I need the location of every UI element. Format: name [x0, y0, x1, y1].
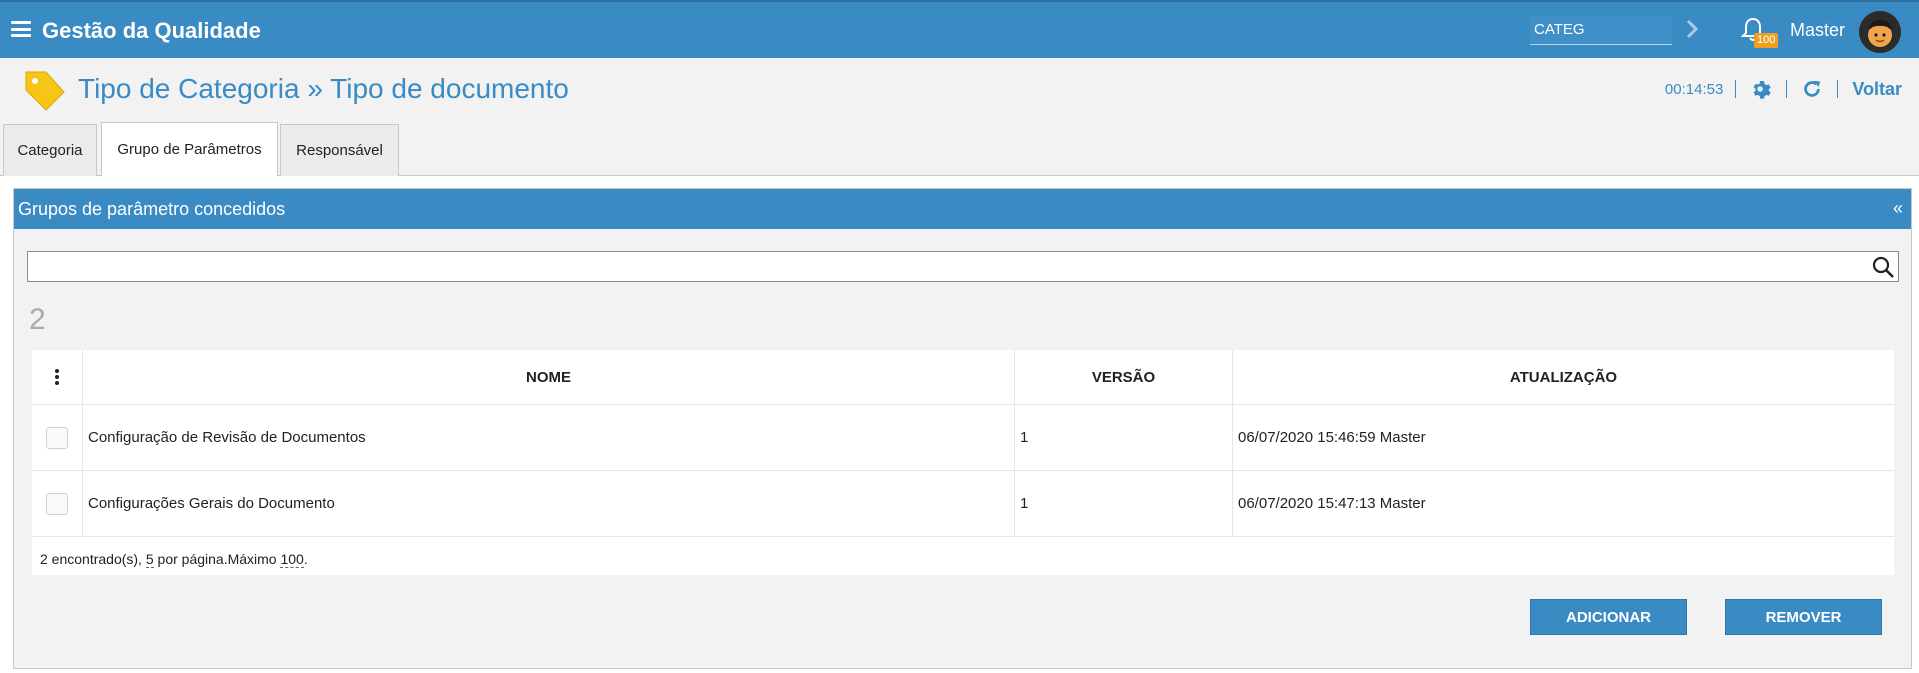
panel-title: Grupos de parâmetro concedidos — [18, 199, 286, 219]
tab-categoria[interactable]: Categoria — [3, 124, 97, 176]
row-checkbox[interactable] — [46, 492, 68, 515]
per-page-text: por página.Máximo — [153, 551, 281, 567]
cell-nome: Configurações Gerais do Documento — [83, 471, 1015, 536]
groups-table: NOME VERSÃO ATUALIZAÇÃO Configuração de … — [32, 350, 1894, 575]
per-page-value[interactable]: 5 — [145, 551, 154, 568]
cell-atualizacao: 06/07/2020 15:46:59 Master — [1238, 429, 1426, 446]
notification-badge: 100 — [1754, 33, 1779, 48]
remove-button[interactable]: REMOVER — [1725, 599, 1882, 635]
panel-header: Grupos de parâmetro concedidos « — [14, 189, 1911, 229]
avatar[interactable] — [1859, 11, 1901, 53]
refresh-icon[interactable] — [1801, 78, 1823, 100]
divider — [1786, 80, 1788, 98]
found-text: 2 encontrado(s), — [40, 551, 146, 567]
menu-icon[interactable] — [11, 21, 31, 37]
table-row[interactable]: Configurações Gerais do Documento 1 06/0… — [32, 471, 1894, 537]
column-header-nome[interactable]: NOME — [83, 350, 1015, 404]
add-button[interactable]: ADICIONAR — [1530, 599, 1687, 635]
granted-groups-panel: Grupos de parâmetro concedidos « 2 NOME … — [13, 188, 1912, 669]
page-title: Tipo de Categoria » Tipo de documento — [78, 73, 569, 104]
gear-icon[interactable] — [1750, 78, 1772, 100]
pagination-info: 2 encontrado(s), 5 por página.Máximo 100… — [32, 537, 1894, 575]
footer-end: . — [303, 551, 308, 567]
user-name[interactable]: Master — [1790, 20, 1845, 41]
top-bar: Gestão da Qualidade 100 Master — [0, 0, 1919, 58]
back-link[interactable]: Voltar — [1852, 79, 1902, 100]
table-header-row: NOME VERSÃO ATUALIZAÇÃO — [32, 350, 1894, 405]
content-area: Grupos de parâmetro concedidos « 2 NOME … — [0, 176, 1919, 673]
row-checkbox[interactable] — [46, 426, 68, 449]
tab-bar: Categoria Grupo de Parâmetros Responsáve… — [0, 120, 1919, 176]
cell-versao: 1 — [1015, 471, 1233, 536]
quick-search-input[interactable] — [1530, 15, 1672, 45]
divider — [1735, 80, 1737, 98]
search-icon[interactable] — [1871, 255, 1895, 279]
header-actions: 00:14:53 Voltar — [1665, 78, 1902, 100]
max-value[interactable]: 100 — [280, 551, 304, 568]
cell-atualizacao: 06/07/2020 15:47:13 Master — [1238, 495, 1426, 512]
result-count: 2 — [29, 303, 46, 336]
search-input[interactable] — [27, 251, 1899, 282]
cell-nome: Configuração de Revisão de Documentos — [83, 405, 1015, 470]
collapse-button[interactable]: « — [1893, 198, 1903, 219]
divider — [1837, 80, 1839, 98]
page-header: Tipo de Categoria » Tipo de documento 00… — [0, 58, 1919, 120]
app-title: Gestão da Qualidade — [42, 18, 261, 43]
tab-grupo-de-parametros[interactable]: Grupo de Parâmetros — [101, 122, 278, 176]
chevron-right-icon[interactable] — [1683, 16, 1701, 42]
kebab-icon[interactable] — [55, 367, 59, 387]
tab-responsavel[interactable]: Responsável — [280, 124, 399, 176]
table-row[interactable]: Configuração de Revisão de Documentos 1 … — [32, 405, 1894, 471]
column-header-versao[interactable]: VERSÃO — [1015, 350, 1233, 404]
cell-versao: 1 — [1015, 405, 1233, 470]
session-timer: 00:14:53 — [1664, 80, 1724, 98]
tag-icon — [25, 71, 65, 111]
column-options[interactable] — [32, 350, 83, 404]
row-select — [32, 471, 83, 536]
column-header-atualizacao[interactable]: ATUALIZAÇÃO — [1233, 350, 1894, 404]
avatar-icon — [1859, 11, 1901, 53]
row-select — [32, 405, 83, 470]
